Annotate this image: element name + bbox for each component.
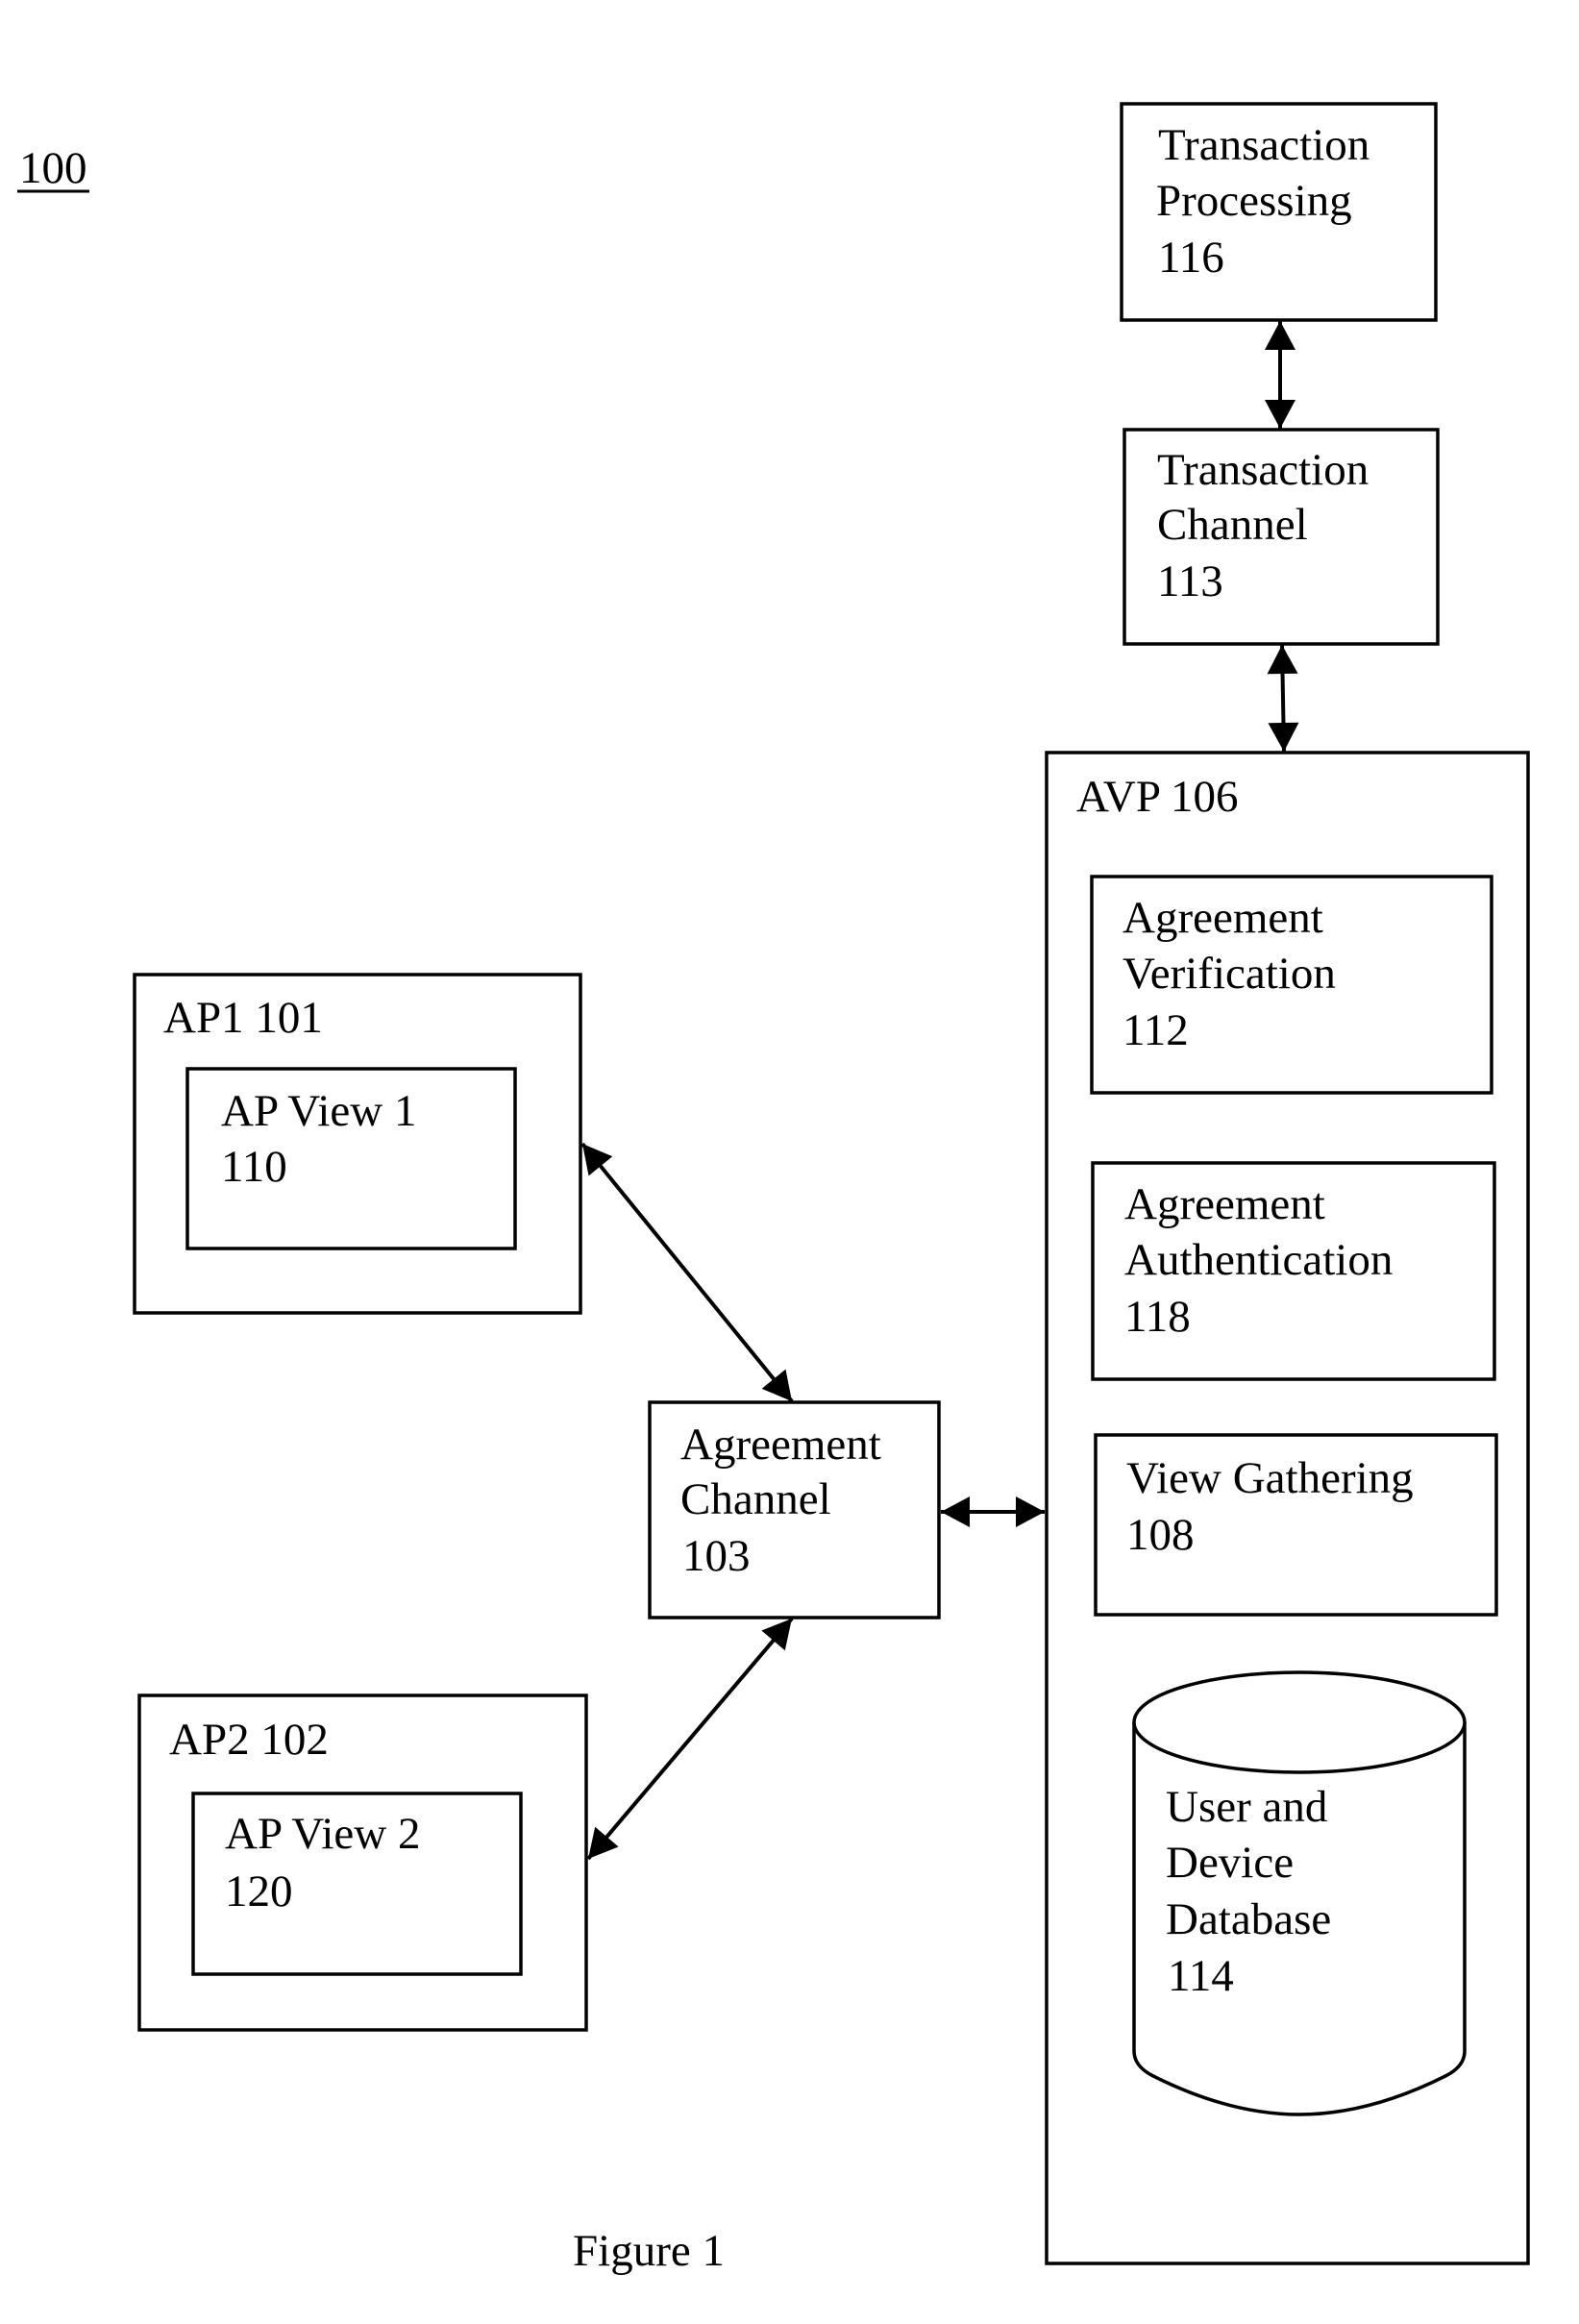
- view-gathering-label-1: View Gathering: [1126, 1453, 1414, 1503]
- edge-agreement-channel-avp-arrowhead-start: [941, 1496, 970, 1527]
- figure-caption: Figure 1: [573, 2226, 725, 2276]
- node-ap1: AP1 101 AP View 1 110: [133, 973, 582, 1315]
- node-user-device-database: User and Device Database 114: [1132, 1670, 1467, 2116]
- database-label-3: Database: [1166, 1894, 1331, 1944]
- edge-ap2-agreement-channel-arrowhead-end: [761, 1619, 792, 1651]
- node-transaction-processing: Transaction Processing 116: [1120, 102, 1438, 322]
- node-view-gathering: View Gathering 108: [1094, 1433, 1498, 1617]
- database-label-4: 114: [1168, 1951, 1234, 2001]
- agreement-verification-label-2: Verification: [1123, 949, 1336, 999]
- agreement-channel-label-1: Agreement: [680, 1420, 881, 1470]
- figure-ref-number: 100: [19, 143, 87, 193]
- ap2-label: AP2 102: [169, 1715, 329, 1765]
- node-ap2: AP2 102 AP View 2 120: [137, 1694, 588, 2032]
- transaction-channel-label-3: 113: [1157, 556, 1223, 606]
- transaction-channel-label-2: Channel: [1157, 500, 1308, 550]
- edge-ap2-agreement-channel-line: [586, 1617, 794, 1861]
- node-agreement-verification: Agreement Verification 112: [1090, 875, 1493, 1095]
- database-cylinder-top: [1132, 1670, 1467, 1774]
- transaction-processing-label-2: Processing: [1156, 176, 1352, 226]
- agreement-channel-label-3: 103: [682, 1531, 751, 1581]
- ap-view-2-label-1: AP View 2: [225, 1809, 420, 1859]
- diagram-canvas: 100 Transaction Processing 116 Transacti…: [17, 102, 1530, 2276]
- edge-transaction-processing-channel-arrowhead-end: [1265, 400, 1295, 429]
- edge-ap1-agreement-channel-arrowhead-end: [761, 1369, 792, 1401]
- transaction-processing-label-3: 116: [1158, 233, 1224, 283]
- ap1-label: AP1 101: [163, 993, 323, 1043]
- view-gathering-label-2: 108: [1126, 1510, 1195, 1560]
- agreement-authentication-label-3: 118: [1124, 1292, 1191, 1342]
- agreement-verification-label-1: Agreement: [1123, 893, 1323, 943]
- avp-label: AVP 106: [1076, 772, 1238, 822]
- edge-transaction-processing-channel-arrowhead-start: [1265, 321, 1295, 350]
- ap-view-1-label-2: 110: [221, 1142, 287, 1192]
- node-transaction-channel: Transaction Channel 113: [1123, 428, 1440, 646]
- edge-transaction-channel-avp-arrowhead-start: [1267, 645, 1298, 675]
- agreement-channel-label-2: Channel: [680, 1474, 831, 1524]
- agreement-verification-label-3: 112: [1123, 1005, 1189, 1055]
- database-label-2: Device: [1166, 1838, 1294, 1888]
- ap-view-2-label-2: 120: [225, 1867, 293, 1916]
- transaction-processing-label-1: Transaction: [1158, 120, 1369, 170]
- edge-ap2-agreement-channel-arrowhead-start: [588, 1826, 619, 1859]
- ap-view-1-label-1: AP View 1: [221, 1086, 416, 1136]
- edge-ap1-agreement-channel-line: [580, 1142, 794, 1403]
- edge-transaction-channel-avp-arrowhead-end: [1268, 722, 1299, 752]
- edge-ap1-agreement-channel-arrowhead-start: [582, 1144, 613, 1176]
- edge-agreement-channel-avp-arrowhead-end: [1016, 1496, 1045, 1527]
- database-label-1: User and: [1166, 1782, 1327, 1832]
- agreement-authentication-label-2: Authentication: [1124, 1235, 1393, 1285]
- node-agreement-channel: Agreement Channel 103: [648, 1400, 941, 1619]
- node-agreement-authentication: Agreement Authentication 118: [1091, 1161, 1496, 1381]
- agreement-authentication-label-1: Agreement: [1124, 1179, 1325, 1229]
- transaction-channel-label-1: Transaction: [1157, 445, 1369, 495]
